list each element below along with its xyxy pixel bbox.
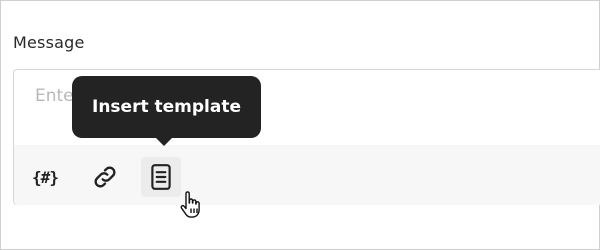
tooltip-arrow xyxy=(155,137,173,146)
editor-toolbar: {#} xyxy=(14,145,600,205)
insert-template-button[interactable] xyxy=(141,157,181,197)
message-panel: Message Enter {#} Insert template xyxy=(0,0,600,250)
insert-link-button[interactable] xyxy=(85,157,125,197)
tooltip-text: Insert template xyxy=(92,97,241,117)
insert-variable-button[interactable]: {#} xyxy=(25,157,65,197)
hand-pointer-icon xyxy=(180,191,200,218)
document-template-icon xyxy=(151,164,171,190)
link-icon xyxy=(94,166,116,188)
insert-template-tooltip: Insert template xyxy=(72,76,261,138)
variable-braces-icon: {#} xyxy=(32,167,59,187)
message-label: Message xyxy=(13,33,85,52)
